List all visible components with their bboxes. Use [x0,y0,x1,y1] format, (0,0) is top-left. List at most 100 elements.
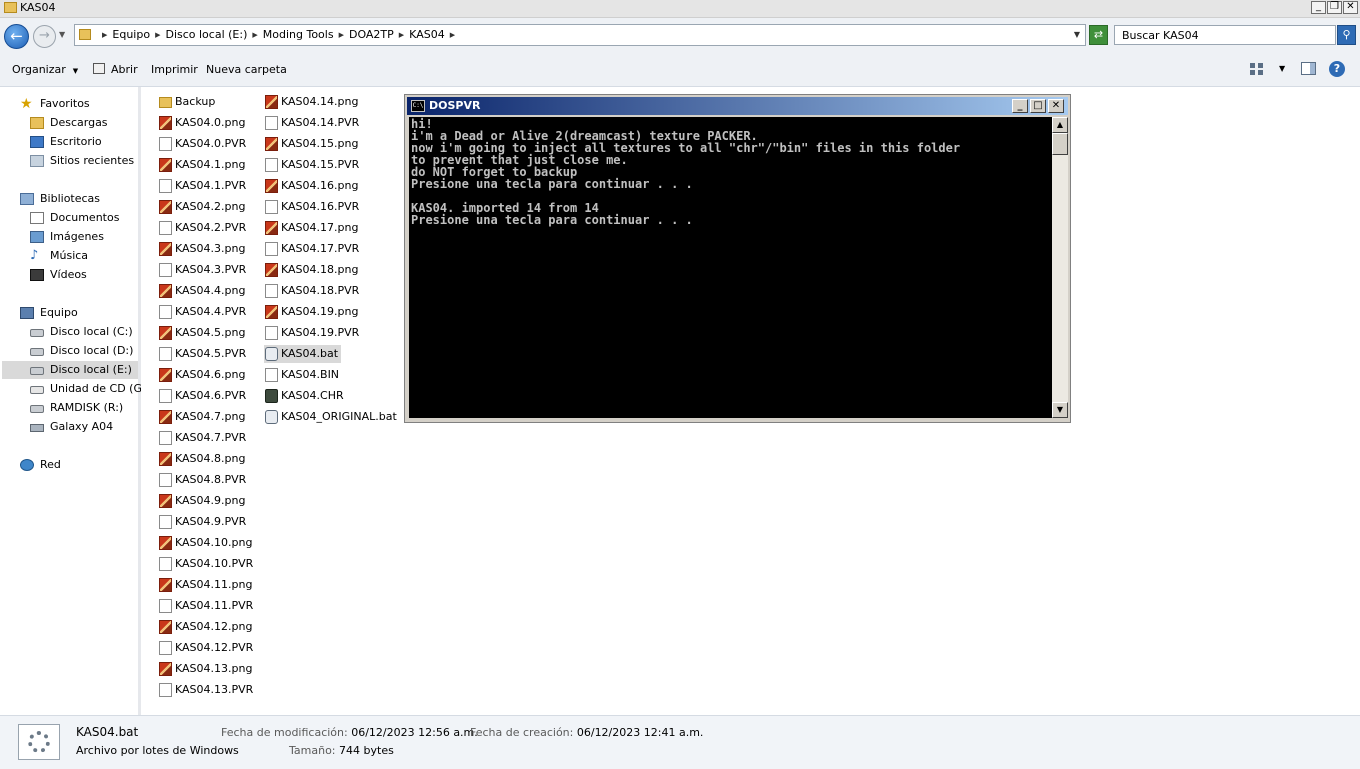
file-item[interactable]: KAS04_ORIGINAL.bat [264,408,400,426]
file-item[interactable]: KAS04.17.PVR [264,240,362,258]
breadcrumb-kas04[interactable]: KAS04 [409,28,445,41]
file-item[interactable]: KAS04.17.png [264,219,361,237]
file-item[interactable]: KAS04.3.png [158,240,248,258]
file-item[interactable]: KAS04.7.PVR [158,429,249,447]
breadcrumb-drive-e[interactable]: Disco local (E:) [165,28,247,41]
file-item[interactable]: KAS04.8.PVR [158,471,249,489]
file-item[interactable]: KAS04.18.png [264,261,361,279]
file-item[interactable]: KAS04.16.PVR [264,198,362,216]
chevron-right-icon[interactable]: ▶ [339,31,344,39]
help-icon[interactable]: ? [1329,61,1345,77]
nav-downloads[interactable]: Descargas [30,114,138,132]
file-item[interactable]: KAS04.1.png [158,156,248,174]
file-item[interactable]: KAS04.10.png [158,534,255,552]
file-item[interactable]: KAS04.3.PVR [158,261,249,279]
console-minimize-button[interactable]: _ [1012,99,1028,113]
nav-favorites[interactable]: ★ Favoritos [20,95,138,113]
chevron-right-icon[interactable]: ▶ [102,31,107,39]
file-item[interactable]: KAS04.5.PVR [158,345,249,363]
new-folder-button[interactable]: Nueva carpeta [206,63,287,76]
file-item[interactable]: KAS04.bat [264,345,342,363]
file-item[interactable]: KAS04.6.PVR [158,387,249,405]
scroll-up-button[interactable]: ▲ [1052,117,1068,133]
nav-cd-drive-g[interactable]: Unidad de CD (G:) [30,380,150,398]
nav-drive-e[interactable]: Disco local (E:) [2,361,138,379]
back-button[interactable]: ← [4,24,29,49]
nav-network[interactable]: Red [20,456,138,474]
file-item[interactable]: KAS04.0.PVR [158,135,249,153]
recent-pages-dropdown[interactable]: ▼ [59,30,65,39]
file-item[interactable]: KAS04.2.png [158,198,248,216]
chevron-right-icon[interactable]: ▶ [450,31,455,39]
nav-desktop[interactable]: Escritorio [30,133,138,151]
open-button[interactable]: Abrir [93,63,138,76]
file-item[interactable]: KAS04.10.PVR [158,555,256,573]
file-item[interactable]: KAS04.12.PVR [158,639,256,657]
breadcrumb-moding-tools[interactable]: Moding Tools [263,28,334,41]
address-bar[interactable]: ▶ Equipo ▶ Disco local (E:) ▶ Moding Too… [74,24,1086,46]
file-item[interactable]: KAS04.4.png [158,282,248,300]
file-item[interactable]: KAS04.9.png [158,492,248,510]
console-close-button[interactable]: ✕ [1048,99,1064,113]
file-item[interactable]: KAS04.1.PVR [158,177,249,195]
refresh-button[interactable]: ⇄ [1089,25,1108,45]
chevron-right-icon[interactable]: ▶ [155,31,160,39]
nav-computer[interactable]: Equipo [20,304,138,322]
file-item[interactable]: KAS04.0.png [158,114,248,132]
file-item[interactable]: KAS04.14.PVR [264,114,362,132]
console-output[interactable]: hi! i'm a Dead or Alive 2(dreamcast) text… [409,117,1052,418]
print-button[interactable]: Imprimir [151,63,198,76]
close-button[interactable]: ✕ [1343,1,1358,14]
nav-galaxy-a04[interactable]: Galaxy A04 [30,418,138,436]
file-item[interactable]: KAS04.13.PVR [158,681,256,699]
nav-ramdisk-r[interactable]: RAMDISK (R:) [30,399,138,417]
file-item[interactable]: KAS04.8.png [158,450,248,468]
file-item[interactable]: KAS04.2.PVR [158,219,249,237]
file-item[interactable]: KAS04.13.png [158,660,255,678]
breadcrumb-computer[interactable]: Equipo [112,28,150,41]
file-item[interactable]: KAS04.18.PVR [264,282,362,300]
file-item[interactable]: KAS04.14.png [264,93,361,111]
file-item[interactable]: KAS04.5.png [158,324,248,342]
nav-recent-places[interactable]: Sitios recientes [30,152,138,170]
file-item[interactable]: KAS04.CHR [264,387,347,405]
preview-pane-icon[interactable] [1301,62,1316,75]
nav-libraries[interactable]: Bibliotecas [20,190,138,208]
address-history-dropdown[interactable]: ▼ [1074,30,1080,39]
folder-item[interactable]: Backup [158,93,218,111]
search-input[interactable]: Buscar KAS04 [1114,25,1336,45]
console-titlebar[interactable]: C:\ DOSPVR _ □ ✕ [407,97,1068,115]
file-item[interactable]: KAS04.19.PVR [264,324,362,342]
view-options-dropdown[interactable]: ▼ [1279,64,1285,73]
file-item[interactable]: KAS04.16.png [264,177,361,195]
change-view-icon[interactable] [1250,63,1264,75]
window-titlebar[interactable]: KAS04 _ ❐ ✕ [0,0,1360,18]
file-item[interactable]: KAS04.4.PVR [158,303,249,321]
nav-videos[interactable]: Vídeos [30,266,138,284]
forward-button[interactable]: → [33,25,56,48]
maximize-button[interactable]: ❐ [1327,1,1342,14]
chevron-right-icon[interactable]: ▶ [399,31,404,39]
breadcrumb-doa2tp[interactable]: DOA2TP [349,28,394,41]
file-item[interactable]: KAS04.7.png [158,408,248,426]
nav-drive-c[interactable]: Disco local (C:) [30,323,138,341]
nav-images[interactable]: Imágenes [30,228,138,246]
console-window[interactable]: C:\ DOSPVR _ □ ✕ hi! i'm a Dead or Alive … [404,94,1071,423]
file-item[interactable]: KAS04.9.PVR [158,513,249,531]
console-scrollbar[interactable]: ▲ ▼ [1052,117,1068,418]
file-item[interactable]: KAS04.6.png [158,366,248,384]
console-maximize-button[interactable]: □ [1030,99,1046,113]
nav-documents[interactable]: Documentos [30,209,138,227]
file-item[interactable]: KAS04.15.png [264,135,361,153]
file-item[interactable]: KAS04.BIN [264,366,342,384]
chevron-right-icon[interactable]: ▶ [252,31,257,39]
search-icon[interactable]: ⚲ [1337,25,1356,45]
organize-button[interactable]: Organizar ▼ [12,63,78,76]
file-item[interactable]: KAS04.15.PVR [264,156,362,174]
scroll-thumb[interactable] [1052,133,1068,155]
nav-music[interactable]: ♪ Música [30,247,138,265]
scroll-down-button[interactable]: ▼ [1052,402,1068,418]
file-item[interactable]: KAS04.12.png [158,618,255,636]
file-item[interactable]: KAS04.11.PVR [158,597,256,615]
nav-drive-d[interactable]: Disco local (D:) [30,342,138,360]
